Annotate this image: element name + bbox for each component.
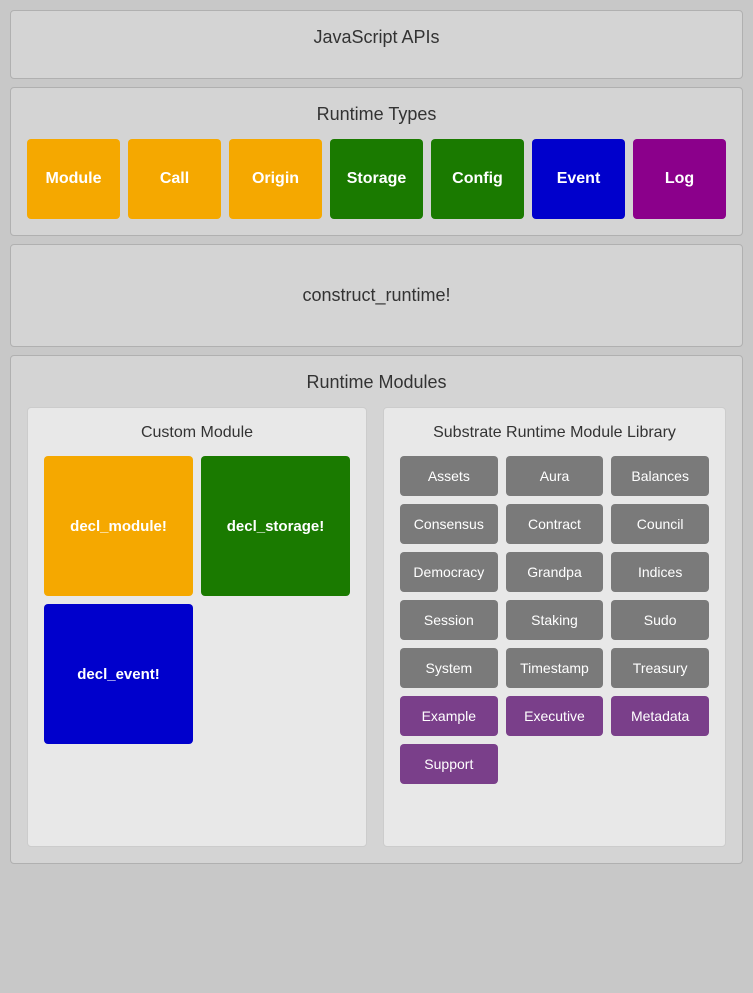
substrate-tile-metadata[interactable]: Metadata [611,696,709,736]
runtime-type-tile-config[interactable]: Config [431,139,524,219]
custom-module-box: Custom Module decl_module! decl_storage!… [27,407,367,847]
construct-runtime-text: construct_runtime! [27,261,726,330]
substrate-tile-democracy[interactable]: Democracy [400,552,498,592]
substrate-tile-example[interactable]: Example [400,696,498,736]
runtime-type-tile-call[interactable]: Call [128,139,221,219]
substrate-library-title: Substrate Runtime Module Library [400,424,709,442]
runtime-modules-title: Runtime Modules [27,372,726,393]
runtime-type-tile-log[interactable]: Log [633,139,726,219]
substrate-tile-indices[interactable]: Indices [611,552,709,592]
runtime-modules-inner: Custom Module decl_module! decl_storage!… [27,407,726,847]
decl-storage-tile[interactable]: decl_storage! [201,456,350,596]
substrate-library-box: Substrate Runtime Module Library AssetsA… [383,407,726,847]
substrate-tile-grandpa[interactable]: Grandpa [506,552,604,592]
runtime-type-tile-origin[interactable]: Origin [229,139,322,219]
runtime-type-tile-storage[interactable]: Storage [330,139,423,219]
substrate-tile-session[interactable]: Session [400,600,498,640]
runtime-types-row: ModuleCallOriginStorageConfigEventLog [27,139,726,219]
construct-runtime-section: construct_runtime! [10,244,743,347]
javascript-apis-section: JavaScript APIs [10,10,743,79]
substrate-tile-staking[interactable]: Staking [506,600,604,640]
substrate-tile-support[interactable]: Support [400,744,498,784]
substrate-tile-assets[interactable]: Assets [400,456,498,496]
substrate-tile-treasury[interactable]: Treasury [611,648,709,688]
custom-module-title: Custom Module [44,424,350,442]
substrate-tile-timestamp[interactable]: Timestamp [506,648,604,688]
substrate-tile-council[interactable]: Council [611,504,709,544]
substrate-tile-balances[interactable]: Balances [611,456,709,496]
substrate-tile-aura[interactable]: Aura [506,456,604,496]
javascript-apis-title: JavaScript APIs [27,27,726,48]
runtime-types-title: Runtime Types [27,104,726,125]
substrate-tile-system[interactable]: System [400,648,498,688]
runtime-types-section: Runtime Types ModuleCallOriginStorageCon… [10,87,743,236]
runtime-type-tile-module[interactable]: Module [27,139,120,219]
substrate-tile-contract[interactable]: Contract [506,504,604,544]
decl-event-tile[interactable]: decl_event! [44,604,193,744]
substrate-grid: AssetsAuraBalances ConsensusContractCounc… [400,456,709,784]
substrate-tile-executive[interactable]: Executive [506,696,604,736]
substrate-tile-sudo[interactable]: Sudo [611,600,709,640]
substrate-tile-consensus[interactable]: Consensus [400,504,498,544]
decl-module-tile[interactable]: decl_module! [44,456,193,596]
runtime-type-tile-event[interactable]: Event [532,139,625,219]
custom-module-grid: decl_module! decl_storage! decl_event! [44,456,350,744]
runtime-modules-section: Runtime Modules Custom Module decl_modul… [10,355,743,864]
